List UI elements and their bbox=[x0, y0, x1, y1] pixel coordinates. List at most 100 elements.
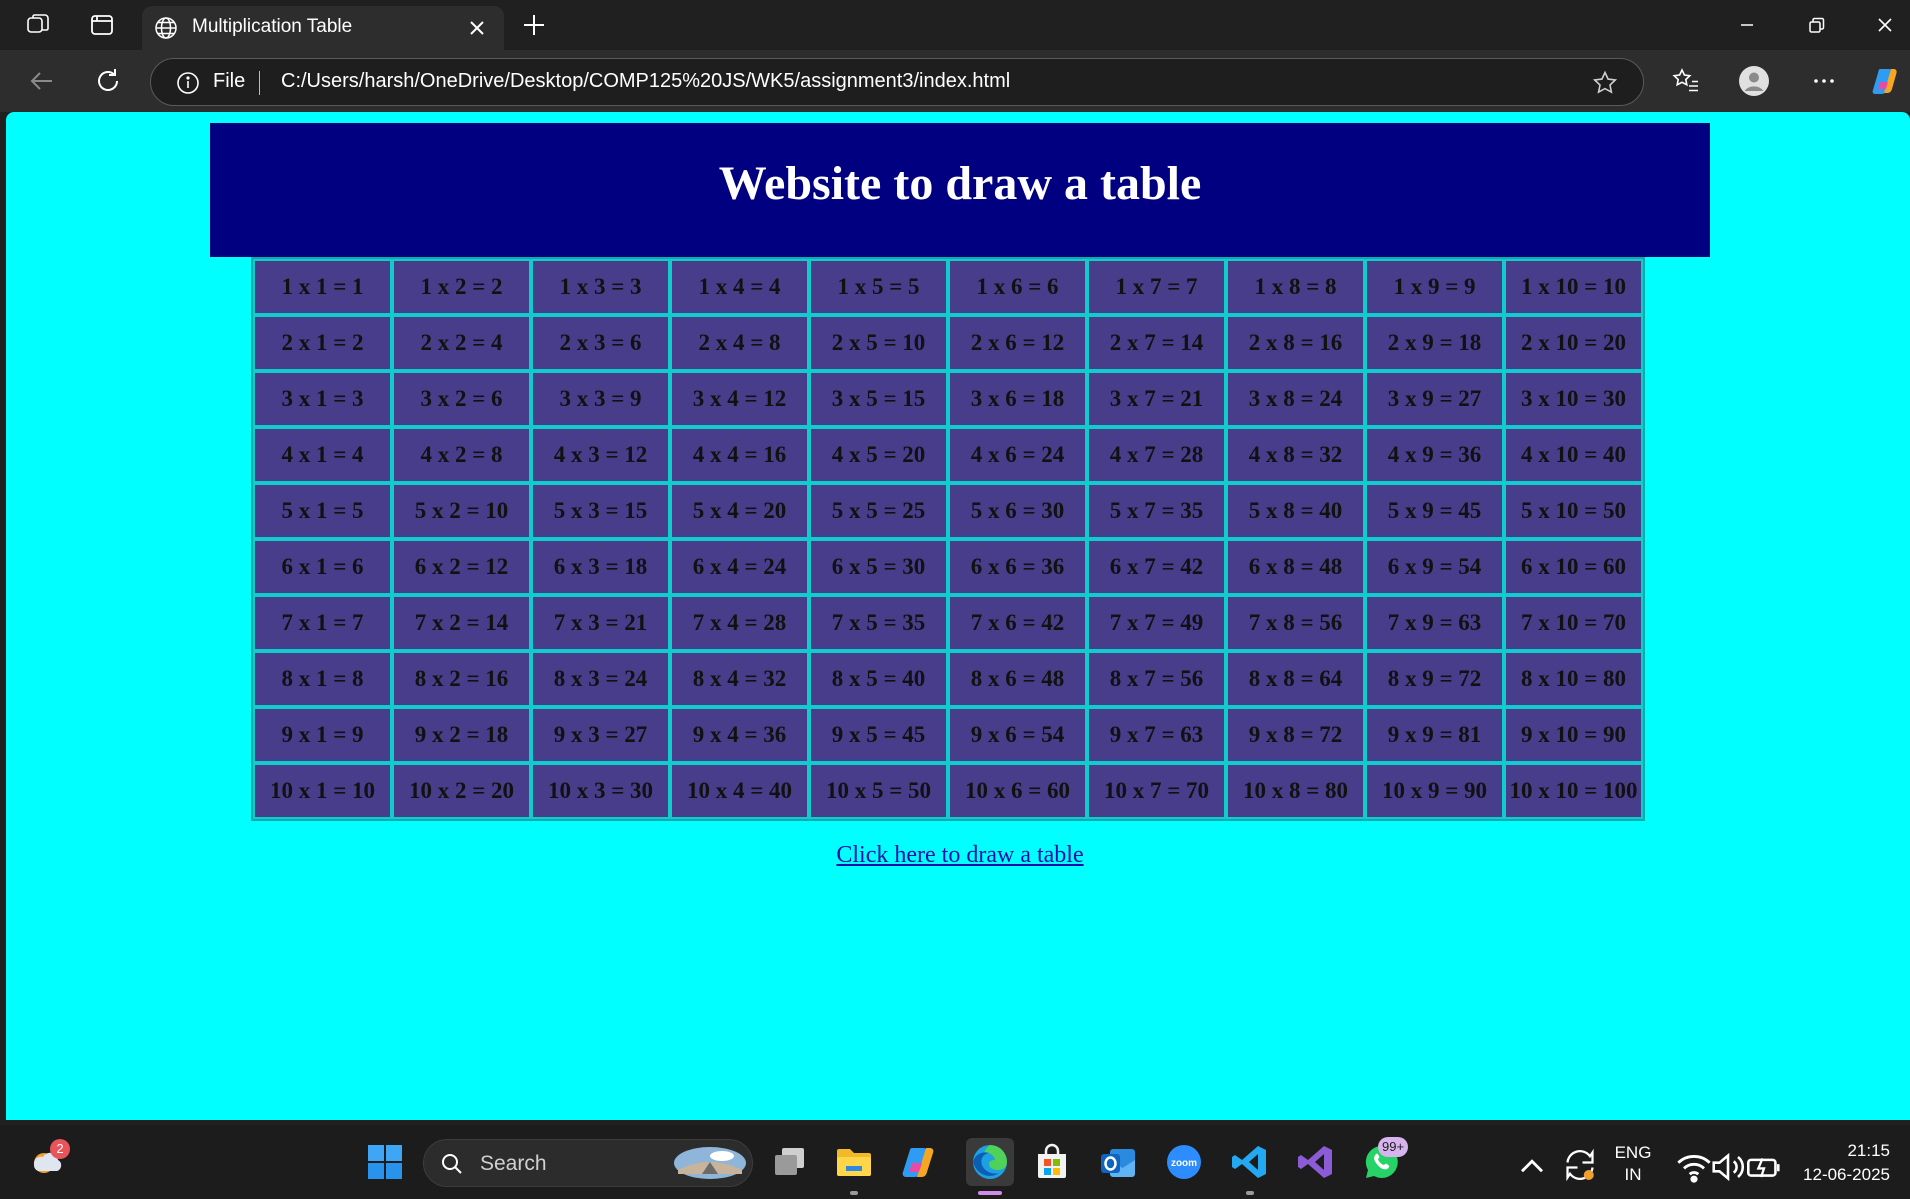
table-cell: 4 x 1 = 4 bbox=[253, 427, 392, 483]
table-cell: 6 x 2 = 12 bbox=[392, 539, 531, 595]
clock-time[interactable]: 21:15 bbox=[1790, 1141, 1890, 1161]
microsoft-store-icon[interactable] bbox=[1032, 1142, 1072, 1182]
table-cell: 1 x 6 = 6 bbox=[948, 259, 1087, 315]
tab-actions-icon[interactable] bbox=[89, 12, 115, 38]
table-cell: 3 x 5 = 15 bbox=[809, 371, 948, 427]
table-cell: 6 x 10 = 60 bbox=[1504, 539, 1643, 595]
show-hidden-icons-icon[interactable] bbox=[1512, 1147, 1544, 1175]
address-bar[interactable]: File C:/Users/harsh/OneDrive/Desktop/COM… bbox=[150, 58, 1644, 106]
table-cell: 6 x 4 = 24 bbox=[670, 539, 809, 595]
table-cell: 4 x 2 = 8 bbox=[392, 427, 531, 483]
tab-title: Multiplication Table bbox=[192, 16, 353, 37]
workspaces-icon[interactable] bbox=[25, 12, 51, 38]
table-cell: 5 x 5 = 25 bbox=[809, 483, 948, 539]
more-icon[interactable] bbox=[1808, 65, 1840, 97]
battery-icon[interactable] bbox=[1744, 1147, 1780, 1178]
table-row: 5 x 1 = 55 x 2 = 10 5 x 3 = 15 5 x 4 = 20 5… bbox=[253, 483, 1643, 539]
table-cell: 7 x 8 = 56 bbox=[1226, 595, 1365, 651]
volume-icon[interactable] bbox=[1708, 1147, 1745, 1182]
table-cell: 8 x 8 = 64 bbox=[1226, 651, 1365, 707]
profile-icon[interactable] bbox=[1738, 65, 1770, 97]
tab-multiplication-table[interactable]: Multiplication Table bbox=[142, 6, 504, 50]
task-view-icon[interactable] bbox=[770, 1142, 810, 1182]
table-cell: 6 x 3 = 18 bbox=[531, 539, 670, 595]
search-label: Search bbox=[480, 1152, 547, 1175]
table-cell: 7 x 5 = 35 bbox=[809, 595, 948, 651]
table-cell: 6 x 5 = 30 bbox=[809, 539, 948, 595]
file-explorer-icon[interactable] bbox=[834, 1142, 874, 1182]
input-region[interactable]: IN bbox=[1608, 1165, 1658, 1185]
table-cell: 10 x 1 = 10 bbox=[253, 763, 392, 819]
refresh-icon[interactable] bbox=[92, 65, 124, 97]
close-window-icon[interactable] bbox=[1871, 11, 1899, 39]
copilot-icon[interactable] bbox=[1870, 65, 1902, 97]
table-cell: 7 x 10 = 70 bbox=[1504, 595, 1643, 651]
table-cell: 3 x 7 = 21 bbox=[1087, 371, 1226, 427]
table-cell: 5 x 3 = 15 bbox=[531, 483, 670, 539]
table-cell: 7 x 9 = 63 bbox=[1365, 595, 1504, 651]
table-cell: 2 x 4 = 8 bbox=[670, 315, 809, 371]
table-cell: 2 x 1 = 2 bbox=[253, 315, 392, 371]
copilot-app-icon[interactable] bbox=[900, 1142, 940, 1182]
svg-text:zoom: zoom bbox=[1171, 1158, 1197, 1169]
wifi-icon[interactable] bbox=[1674, 1147, 1711, 1183]
search-highlight-icon bbox=[672, 1144, 748, 1182]
table-cell: 8 x 1 = 8 bbox=[253, 651, 392, 707]
edge-icon[interactable] bbox=[970, 1142, 1010, 1182]
running-indicator bbox=[850, 1191, 858, 1195]
taskbar-search[interactable]: Search bbox=[423, 1139, 753, 1187]
taskbar: 2 Search zoom 99+ ENG IN 21:15 12-06-202… bbox=[0, 1125, 1910, 1199]
table-row: 10 x 1 = 10 10 x 2 = 20 10 x 3 = 30 10 x 4 … bbox=[253, 763, 1643, 819]
table-cell: 9 x 6 = 54 bbox=[948, 707, 1087, 763]
table-cell: 3 x 9 = 27 bbox=[1365, 371, 1504, 427]
active-indicator bbox=[978, 1191, 1002, 1195]
outlook-icon[interactable] bbox=[1098, 1142, 1138, 1182]
draw-table-link[interactable]: Click here to draw a table bbox=[6, 842, 1910, 869]
table-cell: 9 x 7 = 63 bbox=[1087, 707, 1226, 763]
back-icon[interactable] bbox=[26, 65, 58, 97]
table-cell: 2 x 7 = 14 bbox=[1087, 315, 1226, 371]
favorites-icon[interactable] bbox=[1670, 65, 1702, 97]
table-cell: 3 x 1 = 3 bbox=[253, 371, 392, 427]
table-cell: 4 x 3 = 12 bbox=[531, 427, 670, 483]
table-row: 2 x 1 = 22 x 2 = 42 x 3 = 62 x 4 = 8 2 x … bbox=[253, 315, 1643, 371]
table-cell: 10 x 2 = 20 bbox=[392, 763, 531, 819]
table-cell: 8 x 2 = 16 bbox=[392, 651, 531, 707]
info-icon[interactable] bbox=[175, 70, 201, 96]
table-cell: 9 x 8 = 72 bbox=[1226, 707, 1365, 763]
visual-studio-icon[interactable] bbox=[1296, 1142, 1336, 1182]
vscode-icon[interactable] bbox=[1230, 1142, 1270, 1182]
table-cell: 5 x 8 = 40 bbox=[1226, 483, 1365, 539]
table-cell: 1 x 9 = 9 bbox=[1365, 259, 1504, 315]
table-cell: 7 x 2 = 14 bbox=[392, 595, 531, 651]
start-icon[interactable] bbox=[365, 1142, 405, 1182]
table-cell: 10 x 4 = 40 bbox=[670, 763, 809, 819]
restore-icon[interactable] bbox=[1802, 11, 1830, 39]
table-cell: 4 x 6 = 24 bbox=[948, 427, 1087, 483]
input-language[interactable]: ENG bbox=[1608, 1143, 1658, 1163]
address-url[interactable]: C:/Users/harsh/OneDrive/Desktop/COMP125%… bbox=[281, 70, 1010, 93]
table-row: 8 x 1 = 88 x 2 = 16 8 x 3 = 24 8 x 4 = 32 8… bbox=[253, 651, 1643, 707]
zoom-icon[interactable]: zoom bbox=[1164, 1142, 1204, 1182]
table-cell: 2 x 2 = 4 bbox=[392, 315, 531, 371]
table-cell: 1 x 5 = 5 bbox=[809, 259, 948, 315]
table-cell: 6 x 7 = 42 bbox=[1087, 539, 1226, 595]
sync-icon[interactable] bbox=[1560, 1145, 1594, 1182]
table-cell: 8 x 7 = 56 bbox=[1087, 651, 1226, 707]
new-tab-icon[interactable] bbox=[520, 11, 548, 39]
table-cell: 2 x 3 = 6 bbox=[531, 315, 670, 371]
table-cell: 3 x 3 = 9 bbox=[531, 371, 670, 427]
close-tab-icon[interactable] bbox=[464, 15, 490, 41]
clock-date[interactable]: 12-06-2025 bbox=[1780, 1165, 1890, 1185]
page-title: Website to draw a table bbox=[718, 157, 1202, 210]
minimize-icon[interactable] bbox=[1733, 11, 1761, 39]
table-cell: 4 x 9 = 36 bbox=[1365, 427, 1504, 483]
favorite-star-icon[interactable] bbox=[1591, 69, 1619, 97]
table-cell: 7 x 6 = 42 bbox=[948, 595, 1087, 651]
page-viewport: Website to draw a table 1 x 1 = 11 x 2 =… bbox=[6, 112, 1910, 1120]
weather-badge: 2 bbox=[50, 1139, 70, 1159]
whatsapp-badge: 99+ bbox=[1378, 1137, 1409, 1157]
table-cell: 7 x 7 = 49 bbox=[1087, 595, 1226, 651]
table-cell: 5 x 4 = 20 bbox=[670, 483, 809, 539]
table-cell: 9 x 3 = 27 bbox=[531, 707, 670, 763]
